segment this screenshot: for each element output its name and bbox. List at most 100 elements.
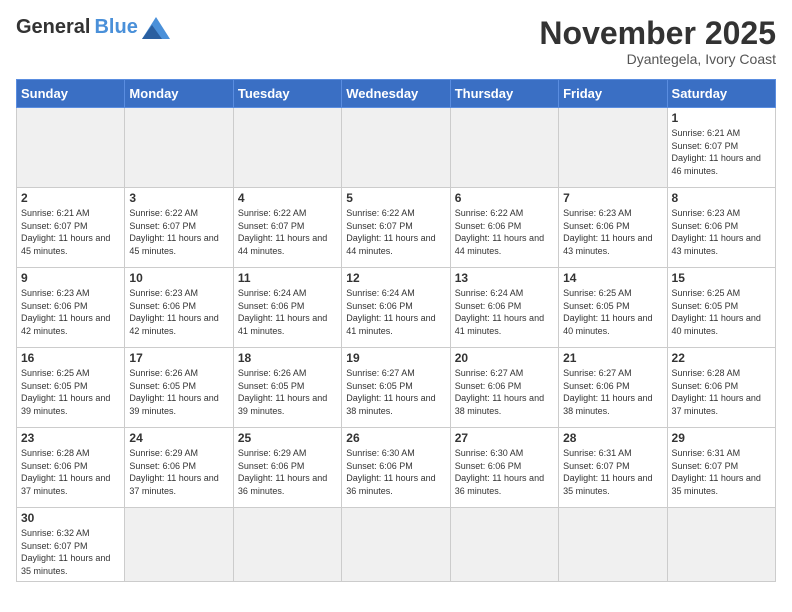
day-info: Sunrise: 6:21 AM Sunset: 6:07 PM Dayligh… (672, 127, 771, 177)
day-number: 3 (129, 191, 228, 205)
calendar-cell: 26 Sunrise: 6:30 AM Sunset: 6:06 PM Dayli… (342, 428, 450, 508)
calendar-cell (450, 108, 558, 188)
day-info: Sunrise: 6:27 AM Sunset: 6:06 PM Dayligh… (455, 367, 554, 417)
calendar-week-row: 30Sunrise: 6:32 AM Sunset: 6:07 PM Dayli… (17, 508, 776, 581)
calendar-cell: 4Sunrise: 6:22 AM Sunset: 6:07 PM Daylig… (233, 188, 341, 268)
day-number: 21 (563, 351, 662, 365)
day-info: Sunrise: 6:26 AM Sunset: 6:05 PM Dayligh… (238, 367, 337, 417)
day-number: 12 (346, 271, 445, 285)
day-info: Sunrise: 6:25 AM Sunset: 6:05 PM Dayligh… (672, 287, 771, 337)
calendar-cell: 8Sunrise: 6:23 AM Sunset: 6:06 PM Daylig… (667, 188, 775, 268)
day-number: 16 (21, 351, 120, 365)
day-info: Sunrise: 6:25 AM Sunset: 6:05 PM Dayligh… (563, 287, 662, 337)
day-info: Sunrise: 6:26 AM Sunset: 6:05 PM Dayligh… (129, 367, 228, 417)
calendar-cell: 1 Sunrise: 6:21 AM Sunset: 6:07 PM Daylig… (667, 108, 775, 188)
day-info: Sunrise: 6:32 AM Sunset: 6:07 PM Dayligh… (21, 527, 120, 577)
calendar-cell: 22 Sunrise: 6:28 AM Sunset: 6:06 PM Dayli… (667, 348, 775, 428)
day-info: Sunrise: 6:24 AM Sunset: 6:06 PM Dayligh… (346, 287, 445, 337)
day-number: 27 (455, 431, 554, 445)
day-info: Sunrise: 6:27 AM Sunset: 6:06 PM Dayligh… (563, 367, 662, 417)
weekday-header-row: SundayMondayTuesdayWednesdayThursdayFrid… (17, 80, 776, 108)
calendar-cell: 6 Sunrise: 6:22 AM Sunset: 6:06 PM Daylig… (450, 188, 558, 268)
day-number: 13 (455, 271, 554, 285)
month-title: November 2025 (539, 16, 776, 51)
calendar-cell (342, 508, 450, 581)
day-number: 4 (238, 191, 337, 205)
calendar-cell: 3 Sunrise: 6:22 AM Sunset: 6:07 PM Daylig… (125, 188, 233, 268)
day-number: 15 (672, 271, 771, 285)
title-block: November 2025 Dyantegela, Ivory Coast (539, 16, 776, 67)
calendar-cell: 23 Sunrise: 6:28 AM Sunset: 6:06 PM Dayli… (17, 428, 125, 508)
day-info: Sunrise: 6:23 AM Sunset: 6:06 PM Dayligh… (672, 207, 771, 257)
calendar-cell (125, 508, 233, 581)
day-number: 10 (129, 271, 228, 285)
day-number: 22 (672, 351, 771, 365)
day-number: 5 (346, 191, 445, 205)
weekday-header: Thursday (450, 80, 558, 108)
day-info: Sunrise: 6:22 AM Sunset: 6:06 PM Dayligh… (455, 207, 554, 257)
logo-icon (142, 17, 170, 39)
calendar-cell: 27 Sunrise: 6:30 AM Sunset: 6:06 PM Dayli… (450, 428, 558, 508)
day-number: 29 (672, 431, 771, 445)
calendar-cell (233, 108, 341, 188)
weekday-header: Sunday (17, 80, 125, 108)
day-info: Sunrise: 6:30 AM Sunset: 6:06 PM Dayligh… (346, 447, 445, 497)
weekday-header: Friday (559, 80, 667, 108)
day-number: 6 (455, 191, 554, 205)
page-header: General Blue November 2025 Dyantegela, I… (16, 16, 776, 67)
day-info: Sunrise: 6:25 AM Sunset: 6:05 PM Dayligh… (21, 367, 120, 417)
calendar-cell (17, 108, 125, 188)
day-number: 24 (129, 431, 228, 445)
day-info: Sunrise: 6:23 AM Sunset: 6:06 PM Dayligh… (129, 287, 228, 337)
day-info: Sunrise: 6:31 AM Sunset: 6:07 PM Dayligh… (563, 447, 662, 497)
day-info: Sunrise: 6:22 AM Sunset: 6:07 PM Dayligh… (129, 207, 228, 257)
day-number: 9 (21, 271, 120, 285)
calendar-cell: 5 Sunrise: 6:22 AM Sunset: 6:07 PM Daylig… (342, 188, 450, 268)
day-number: 19 (346, 351, 445, 365)
day-number: 7 (563, 191, 662, 205)
day-number: 20 (455, 351, 554, 365)
logo-general: General (16, 16, 90, 39)
day-number: 18 (238, 351, 337, 365)
day-info: Sunrise: 6:28 AM Sunset: 6:06 PM Dayligh… (21, 447, 120, 497)
calendar-cell (342, 108, 450, 188)
logo: General Blue (16, 16, 170, 39)
calendar-cell (559, 108, 667, 188)
day-info: Sunrise: 6:27 AM Sunset: 6:05 PM Dayligh… (346, 367, 445, 417)
day-info: Sunrise: 6:30 AM Sunset: 6:06 PM Dayligh… (455, 447, 554, 497)
day-info: Sunrise: 6:29 AM Sunset: 6:06 PM Dayligh… (129, 447, 228, 497)
day-number: 25 (238, 431, 337, 445)
calendar-cell: 28 Sunrise: 6:31 AM Sunset: 6:07 PM Dayli… (559, 428, 667, 508)
calendar-week-row: 23 Sunrise: 6:28 AM Sunset: 6:06 PM Dayli… (17, 428, 776, 508)
day-number: 26 (346, 431, 445, 445)
calendar-cell: 9Sunrise: 6:23 AM Sunset: 6:06 PM Daylig… (17, 268, 125, 348)
calendar-cell: 25Sunrise: 6:29 AM Sunset: 6:06 PM Dayli… (233, 428, 341, 508)
calendar-cell: 24 Sunrise: 6:29 AM Sunset: 6:06 PM Dayli… (125, 428, 233, 508)
calendar-week-row: 16 Sunrise: 6:25 AM Sunset: 6:05 PM Dayli… (17, 348, 776, 428)
logo-blue: Blue (94, 16, 137, 39)
day-number: 23 (21, 431, 120, 445)
calendar-cell: 15 Sunrise: 6:25 AM Sunset: 6:05 PM Dayli… (667, 268, 775, 348)
day-info: Sunrise: 6:22 AM Sunset: 6:07 PM Dayligh… (346, 207, 445, 257)
calendar-cell (667, 508, 775, 581)
day-number: 28 (563, 431, 662, 445)
day-info: Sunrise: 6:23 AM Sunset: 6:06 PM Dayligh… (563, 207, 662, 257)
calendar-cell (559, 508, 667, 581)
day-number: 2 (21, 191, 120, 205)
calendar-cell: 11 Sunrise: 6:24 AM Sunset: 6:06 PM Dayli… (233, 268, 341, 348)
calendar-cell (125, 108, 233, 188)
day-info: Sunrise: 6:21 AM Sunset: 6:07 PM Dayligh… (21, 207, 120, 257)
day-number: 11 (238, 271, 337, 285)
calendar-cell: 12 Sunrise: 6:24 AM Sunset: 6:06 PM Dayli… (342, 268, 450, 348)
calendar-cell: 14Sunrise: 6:25 AM Sunset: 6:05 PM Dayli… (559, 268, 667, 348)
calendar-week-row: 1 Sunrise: 6:21 AM Sunset: 6:07 PM Daylig… (17, 108, 776, 188)
calendar-cell: 7 Sunrise: 6:23 AM Sunset: 6:06 PM Daylig… (559, 188, 667, 268)
day-info: Sunrise: 6:28 AM Sunset: 6:06 PM Dayligh… (672, 367, 771, 417)
calendar-cell: 19 Sunrise: 6:27 AM Sunset: 6:05 PM Dayli… (342, 348, 450, 428)
calendar-cell (450, 508, 558, 581)
calendar-cell: 16 Sunrise: 6:25 AM Sunset: 6:05 PM Dayli… (17, 348, 125, 428)
weekday-header: Tuesday (233, 80, 341, 108)
calendar-cell: 17Sunrise: 6:26 AM Sunset: 6:05 PM Dayli… (125, 348, 233, 428)
day-info: Sunrise: 6:24 AM Sunset: 6:06 PM Dayligh… (238, 287, 337, 337)
day-number: 1 (672, 111, 771, 125)
